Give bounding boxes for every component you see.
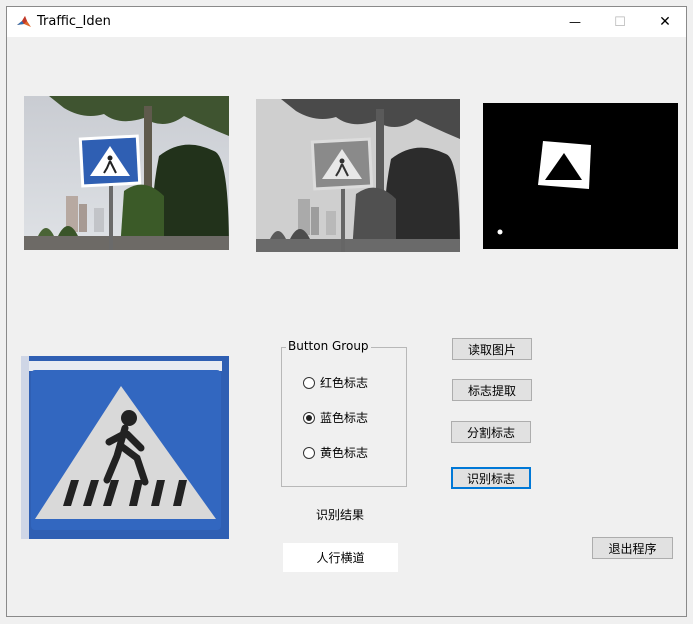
grayscale-image-axes (256, 99, 460, 252)
radio-red-sign[interactable]: 红色标志 (303, 374, 368, 391)
title-bar[interactable]: Traffic_Iden — ☐ ✕ (7, 7, 686, 37)
binary-image-axes (483, 103, 678, 249)
extract-sign-button[interactable]: 标志提取 (452, 379, 532, 401)
radio-selected-icon[interactable] (303, 411, 315, 424)
close-icon: ✕ (659, 14, 671, 30)
radio-circle-icon[interactable] (303, 376, 315, 389)
result-label: 识别结果 (316, 508, 365, 522)
matlab-logo-icon (17, 16, 31, 27)
minimize-button[interactable]: — (552, 7, 598, 37)
grayscale-image (256, 99, 460, 252)
group-title: Button Group (286, 339, 371, 353)
sign-color-group: Button Group 红色标志 蓝色标志 黄色标志 (281, 339, 407, 487)
result-value-field: 人行横道 (283, 543, 398, 572)
radio-label: 黄色标志 (320, 446, 369, 460)
radio-label: 蓝色标志 (320, 411, 369, 425)
window-title: Traffic_Iden (37, 14, 111, 29)
extracted-sign-axes (21, 356, 229, 539)
radio-label: 红色标志 (320, 376, 369, 390)
original-image-axes (24, 96, 229, 250)
app-window: Traffic_Iden — ☐ ✕ Button Group 红色标志 蓝色标… (0, 0, 693, 624)
maximize-button[interactable]: ☐ (597, 7, 643, 37)
maximize-icon: ☐ (614, 14, 626, 30)
exit-button[interactable]: 退出程序 (592, 537, 673, 559)
read-image-button[interactable]: 读取图片 (452, 338, 532, 360)
radio-circle-icon[interactable] (303, 446, 315, 459)
original-image (24, 96, 229, 250)
close-button[interactable]: ✕ (642, 7, 688, 37)
binary-image (483, 103, 678, 249)
minimize-icon: — (569, 15, 581, 29)
radio-yellow-sign[interactable]: 黄色标志 (303, 444, 368, 461)
radio-blue-sign[interactable]: 蓝色标志 (303, 409, 368, 426)
segment-sign-button[interactable]: 分割标志 (451, 421, 531, 443)
result-value: 人行横道 (316, 551, 365, 565)
recognize-sign-button[interactable]: 识别标志 (451, 467, 531, 489)
extracted-sign-image (21, 356, 229, 539)
